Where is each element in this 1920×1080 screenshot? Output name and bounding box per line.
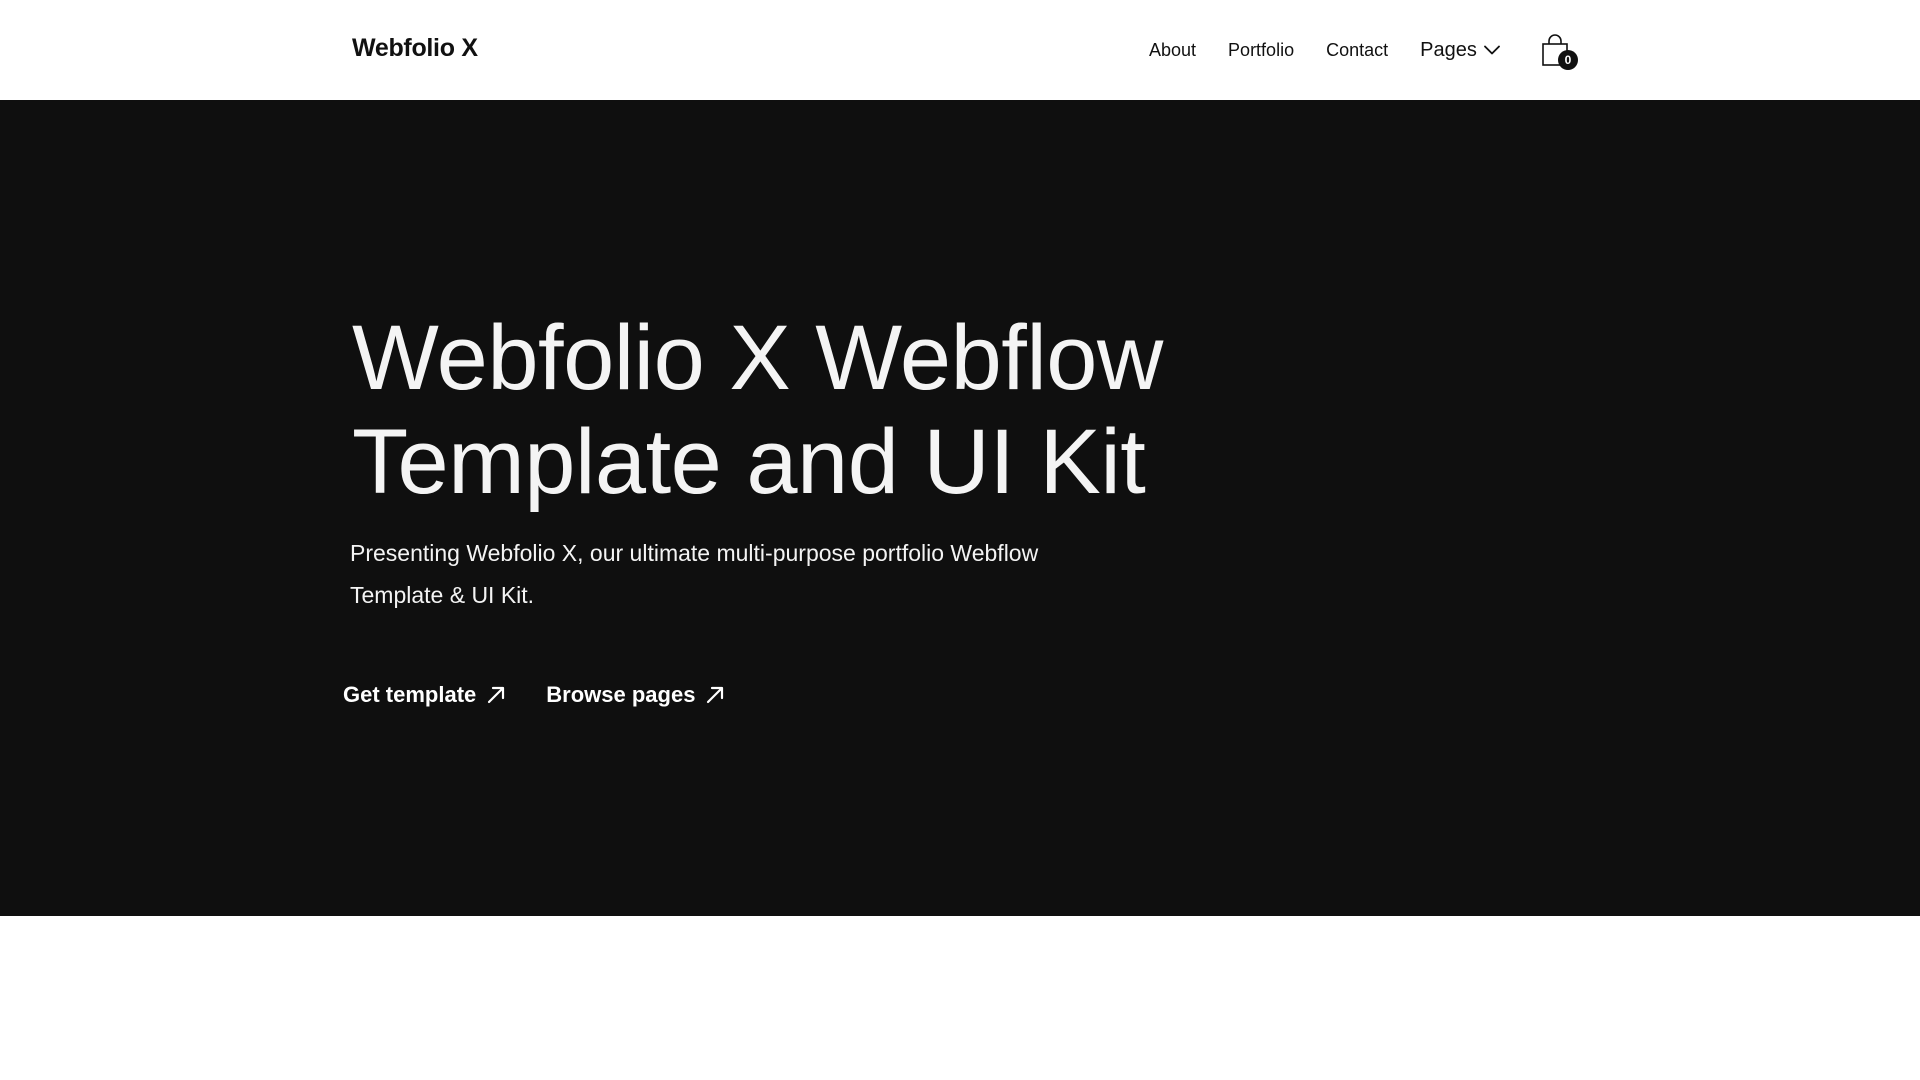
arrow-up-right-icon [488, 686, 505, 704]
hero-actions: Get template Browse pages [343, 682, 765, 708]
get-template-label: Get template [343, 682, 477, 707]
hero-subtitle: Presenting Webfolio X, our ultimate mult… [350, 540, 1039, 608]
cart-button[interactable]: 0 [1540, 34, 1580, 74]
cart-count-badge: 0 [1558, 50, 1578, 70]
pages-dropdown-label: Pages [1420, 39, 1477, 61]
browse-pages-label: Browse pages [546, 682, 696, 707]
nav-links: About Portfolio Contact Pages [1149, 38, 1530, 62]
browse-pages-button[interactable]: Browse pages [546, 682, 725, 708]
pages-dropdown[interactable]: Pages [1420, 38, 1500, 62]
arrow-up-right-icon [707, 686, 724, 704]
nav-link-contact[interactable]: Contact [1326, 38, 1388, 62]
hero-title: Webfolio X Webflow Template and UI Kit [352, 307, 1163, 513]
hero-section: Webfolio X Webflow Template and UI Kit P… [0, 100, 1920, 916]
brand-logo[interactable]: Webfolio X [352, 34, 478, 63]
nav-link-portfolio[interactable]: Portfolio [1228, 38, 1294, 62]
get-template-button[interactable]: Get template [343, 682, 506, 708]
navbar: Webfolio X About Portfolio Contact Pages… [0, 0, 1920, 100]
nav-link-about[interactable]: About [1149, 38, 1196, 62]
chevron-down-icon [1483, 45, 1500, 55]
